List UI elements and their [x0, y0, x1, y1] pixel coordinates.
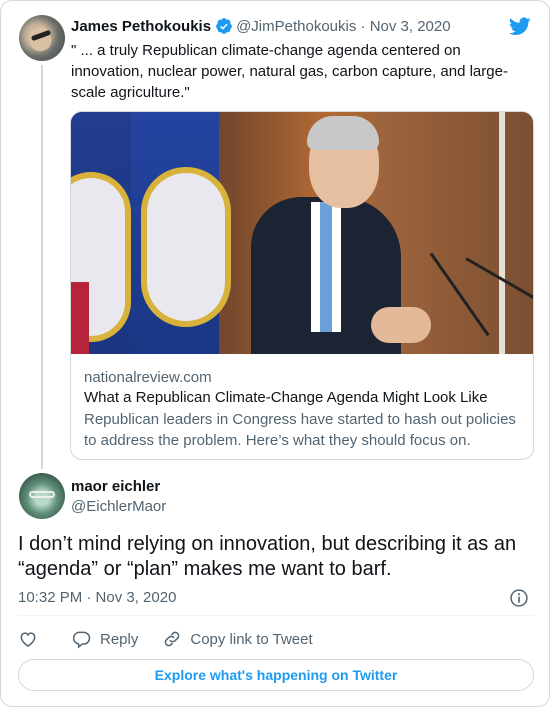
twitter-bird-icon[interactable]: [507, 15, 533, 37]
meta-separator: ·: [360, 17, 366, 35]
parent-tweet-header: James Pethokoukis @JimPethokoukis · Nov …: [71, 17, 451, 35]
like-button[interactable]: [18, 629, 38, 649]
parent-tweet-text: " ... a truly Republican climate-change …: [71, 42, 508, 101]
reply-timestamp[interactable]: 10:32 PM · Nov 3, 2020: [18, 589, 176, 606]
reply-author-name[interactable]: maor eichler: [71, 478, 160, 495]
info-icon[interactable]: [509, 588, 529, 608]
link-domain: nationalreview.com: [84, 369, 212, 386]
reply-author-handle[interactable]: @EichlerMaor: [71, 498, 166, 515]
link-preview-card[interactable]: nationalreview.com What a Republican Cli…: [70, 111, 534, 460]
link-description: Republican leaders in Congress have star…: [84, 411, 516, 449]
thread-connector-line: [41, 65, 43, 469]
tweet-date[interactable]: Nov 3, 2020: [370, 18, 451, 35]
author-name[interactable]: James Pethokoukis: [71, 18, 211, 35]
heart-icon: [20, 632, 36, 647]
reply-button[interactable]: Reply: [72, 629, 138, 649]
reply-tweet-text: I don’t mind relying on innovation, but …: [18, 533, 517, 580]
reply-label: Reply: [100, 630, 139, 648]
avatar-maor-eichler[interactable]: [19, 473, 65, 519]
actions-divider: [18, 615, 534, 616]
copy-link-button[interactable]: Copy link to Tweet: [162, 629, 313, 649]
verified-badge-icon: [216, 18, 232, 34]
copy-link-label: Copy link to Tweet: [190, 630, 313, 648]
explore-twitter-button[interactable]: Explore what's happening on Twitter: [18, 659, 534, 691]
link-preview-image: [71, 112, 533, 354]
link-icon: [165, 631, 180, 647]
action-bar: Reply Copy link to Tweet: [18, 627, 337, 651]
reply-icon: [72, 631, 91, 649]
avatar-james-pethokoukis[interactable]: [19, 15, 65, 61]
link-title: What a Republican Climate-Change Agenda …: [84, 389, 488, 406]
embedded-tweet-card: James Pethokoukis @JimPethokoukis · Nov …: [0, 0, 550, 707]
author-handle[interactable]: @JimPethokoukis: [236, 18, 356, 35]
